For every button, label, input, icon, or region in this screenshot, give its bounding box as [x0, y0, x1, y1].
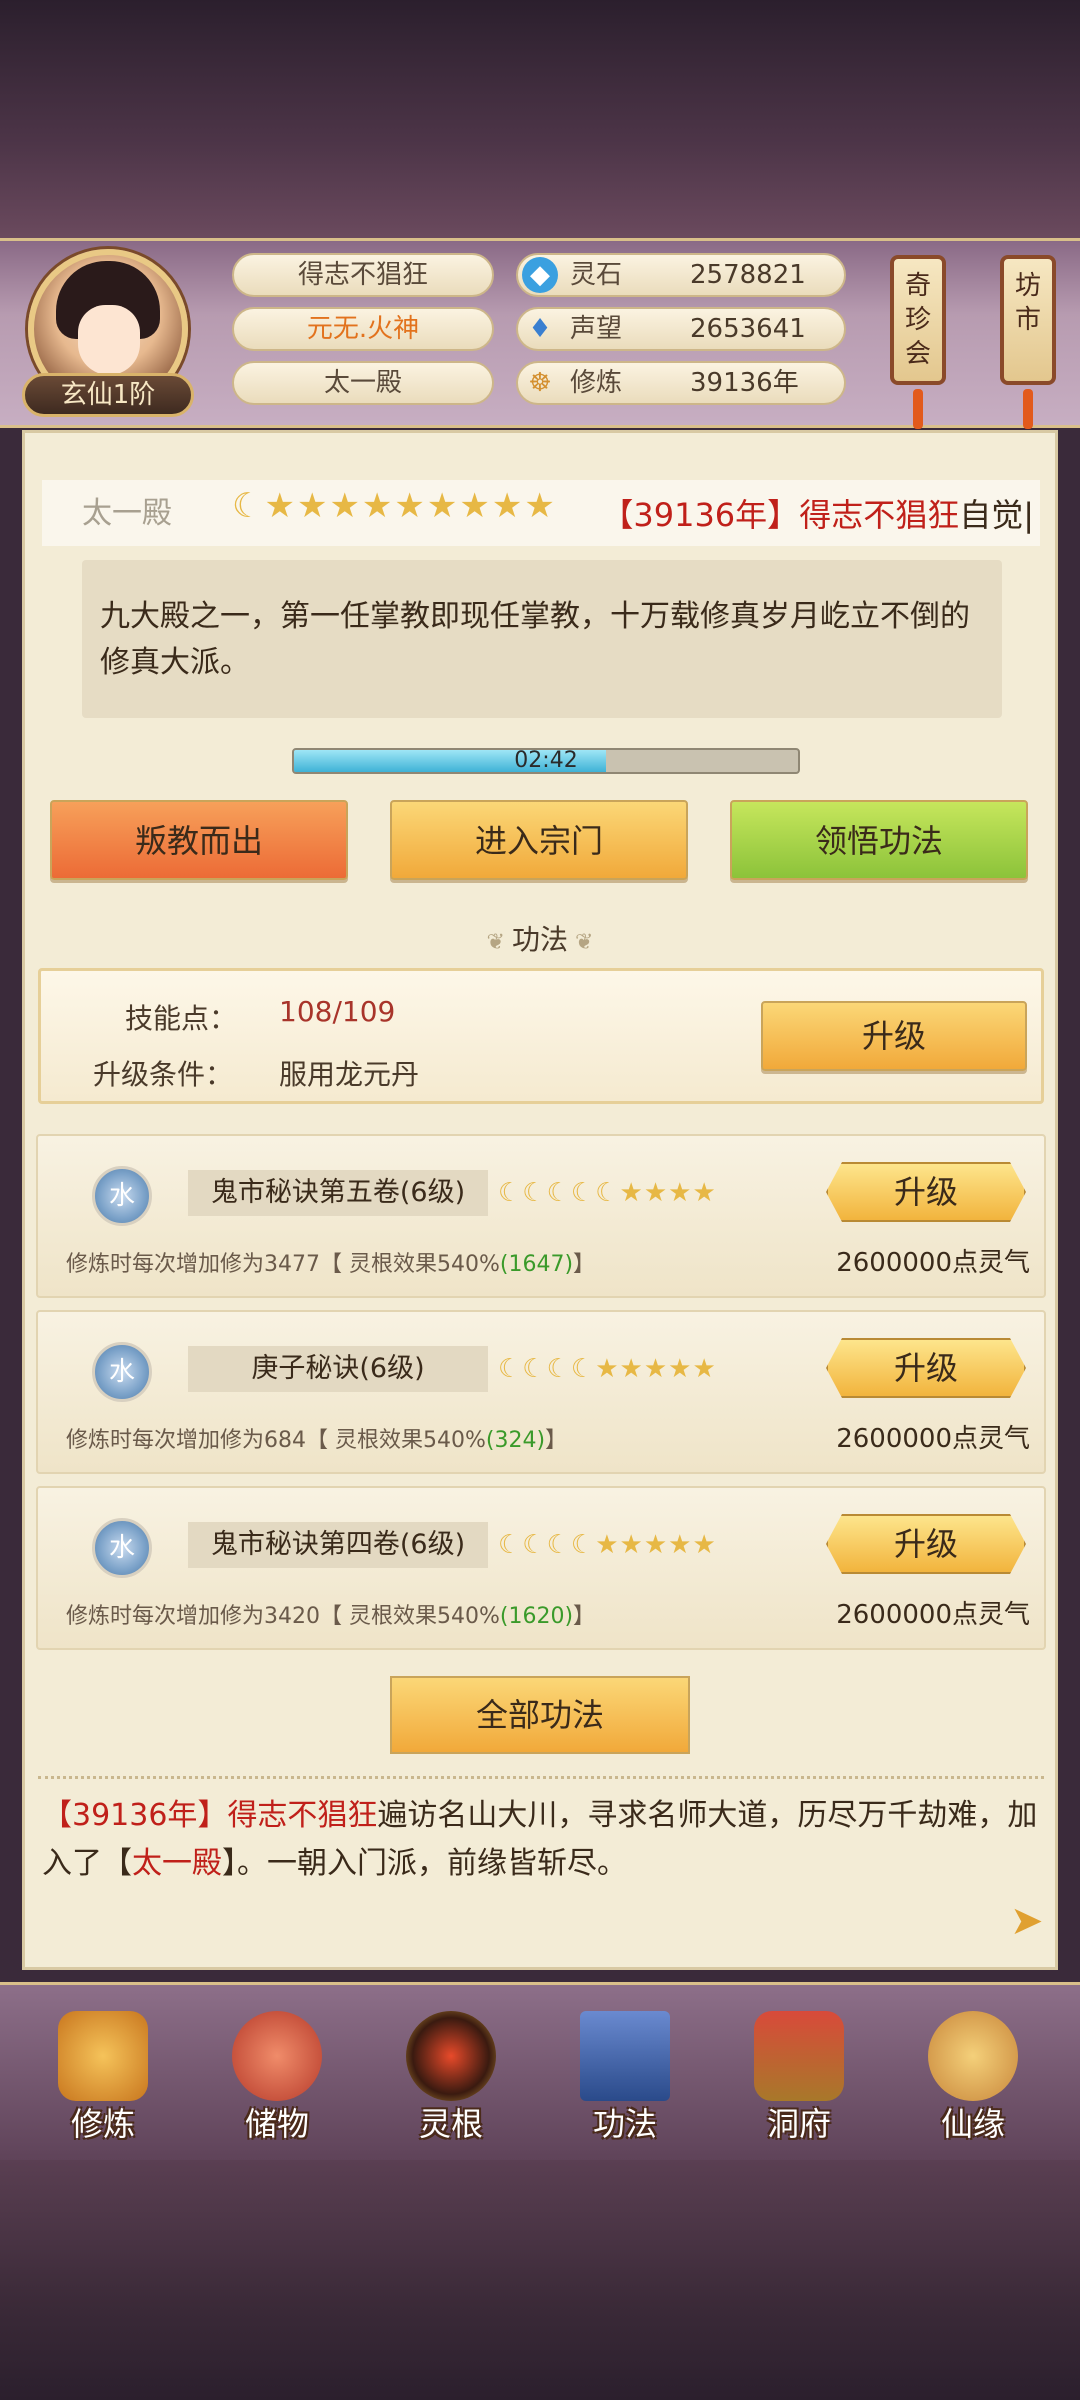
technique-description: 修炼时每次增加修为3477【 灵根效果540%(1647)】	[66, 1252, 596, 1277]
player-header: 玄仙1阶 得志不猖狂 元无.火神 太一殿 ◆ 灵石 2578821 ♦ 声望 2…	[0, 238, 1080, 429]
player-title[interactable]: 元无.火神	[232, 307, 494, 351]
technique-stars: ☾☾☾☾★★★★★	[498, 1354, 717, 1384]
stat-reputation: ♦ 声望 2653641	[516, 307, 846, 351]
nav-technique[interactable]: 功法	[550, 1995, 700, 2155]
ticker-sect: 太一殿	[82, 496, 172, 531]
cave-house-icon	[754, 2011, 844, 2101]
event-log: 【39136年】得志不猖狂遍访名山大川，寻求名师大道，历尽万千劫难，加入了【太一…	[42, 1798, 1038, 1881]
technique-stars: ☾☾☾☾★★★★★	[498, 1530, 717, 1560]
nav-spirit-root[interactable]: 灵根	[376, 1995, 526, 2155]
next-arrow-icon[interactable]: ➤	[1010, 1898, 1044, 1944]
nav-cultivate[interactable]: 修炼	[28, 1995, 178, 2155]
stat-spirit-stone: ◆ 灵石 2578821	[516, 253, 846, 297]
ticker-message: 【39136年】得志不猖狂自觉|	[601, 496, 1034, 534]
technique-description: 修炼时每次增加修为684【 灵根效果540%(324)】	[66, 1428, 568, 1453]
sect-description: 九大殿之一，第一任掌教即现任掌教，十万载修真岁月屹立不倒的修真大派。	[100, 599, 970, 680]
news-ticker: 太一殿 ☾★★★★★★★★★ 【39136年】得志不猖狂自觉|	[42, 480, 1040, 546]
technique-name: 鬼市秘诀第四卷(6级)	[188, 1522, 488, 1568]
technique-upgrade-button[interactable]: 升级	[826, 1338, 1026, 1398]
gourd-icon	[928, 2011, 1018, 2101]
timer-text: 02:42	[514, 748, 578, 773]
tassel-decoration	[913, 389, 923, 429]
sect-description-box: 九大殿之一，第一任掌教即现任掌教，十万载修真岁月屹立不倒的修真大派。	[82, 560, 1002, 718]
technique-card: 水 庚子秘诀(6级) ☾☾☾☾★★★★★ 升级 修炼时每次增加修为684【 灵根…	[36, 1310, 1046, 1474]
upgrade-condition-label: 升级条件：	[93, 1058, 234, 1091]
all-techniques-button[interactable]: 全部功法	[390, 1676, 690, 1754]
technique-cost: 2600000点灵气	[836, 1248, 1030, 1278]
skill-points-value: 108/109	[279, 995, 396, 1028]
top-background	[0, 0, 1080, 240]
nav-storage[interactable]: 储物	[202, 1995, 352, 2155]
bottom-nav: 修炼 储物 灵根 功法 洞府 仙缘	[0, 1982, 1080, 2160]
skill-upgrade-button[interactable]: 升级	[761, 1001, 1027, 1071]
water-element-icon: 水	[92, 1166, 152, 1226]
technique-upgrade-button[interactable]: 升级	[826, 1514, 1026, 1574]
technique-card: 水 鬼市秘诀第四卷(6级) ☾☾☾☾★★★★★ 升级 修炼时每次增加修为3420…	[36, 1486, 1046, 1650]
technique-stars: ☾☾☾☾☾★★★★	[498, 1178, 717, 1208]
technique-cost: 2600000点灵气	[836, 1424, 1030, 1454]
technique-card: 水 鬼市秘诀第五卷(6级) ☾☾☾☾☾★★★★ 升级 修炼时每次增加修为3477…	[36, 1134, 1046, 1298]
bottom-background	[0, 2160, 1080, 2400]
treasure-fair-button[interactable]: 奇珍会	[890, 255, 946, 385]
meditation-icon	[58, 2011, 148, 2101]
spirit-root-icon	[406, 2011, 496, 2101]
reputation-icon: ♦	[528, 314, 552, 344]
tassel-decoration	[1023, 389, 1033, 429]
rank-badge: 玄仙1阶	[22, 373, 194, 417]
water-element-icon: 水	[92, 1518, 152, 1578]
upgrade-condition-value: 服用龙元丹	[279, 1058, 420, 1091]
spirit-stone-icon: ◆	[522, 257, 558, 293]
player-sect: 太一殿	[232, 361, 494, 405]
technique-cost: 2600000点灵气	[836, 1600, 1030, 1630]
comprehend-technique-button[interactable]: 领悟功法	[730, 800, 1028, 880]
cultivation-icon: ☸	[528, 368, 552, 398]
section-title: ❦ 功法 ❦	[486, 923, 594, 956]
sect-timer-bar: 02:42	[292, 748, 800, 774]
book-icon	[580, 2011, 670, 2101]
leave-sect-button[interactable]: 叛教而出	[50, 800, 348, 880]
enter-sect-button[interactable]: 进入宗门	[390, 800, 688, 880]
ticker-stars: ☾★★★★★★★★★	[232, 486, 557, 526]
technique-upgrade-button[interactable]: 升级	[826, 1162, 1026, 1222]
water-element-icon: 水	[92, 1342, 152, 1402]
skill-points-box: 技能点： 108/109 升级条件： 服用龙元丹 升级	[38, 968, 1044, 1104]
bag-icon	[232, 2011, 322, 2101]
nav-fate[interactable]: 仙缘	[898, 1995, 1048, 2155]
player-name: 得志不猖狂	[232, 253, 494, 297]
technique-name: 庚子秘诀(6级)	[188, 1346, 488, 1392]
technique-description: 修炼时每次增加修为3420【 灵根效果540%(1620)】	[66, 1604, 596, 1629]
stat-cultivation: ☸ 修炼 39136年	[516, 361, 846, 405]
technique-name: 鬼市秘诀第五卷(6级)	[188, 1170, 488, 1216]
market-button[interactable]: 坊市	[1000, 255, 1056, 385]
divider	[38, 1776, 1044, 1779]
skill-points-label: 技能点：	[125, 1002, 238, 1035]
nav-cave[interactable]: 洞府	[724, 1995, 874, 2155]
